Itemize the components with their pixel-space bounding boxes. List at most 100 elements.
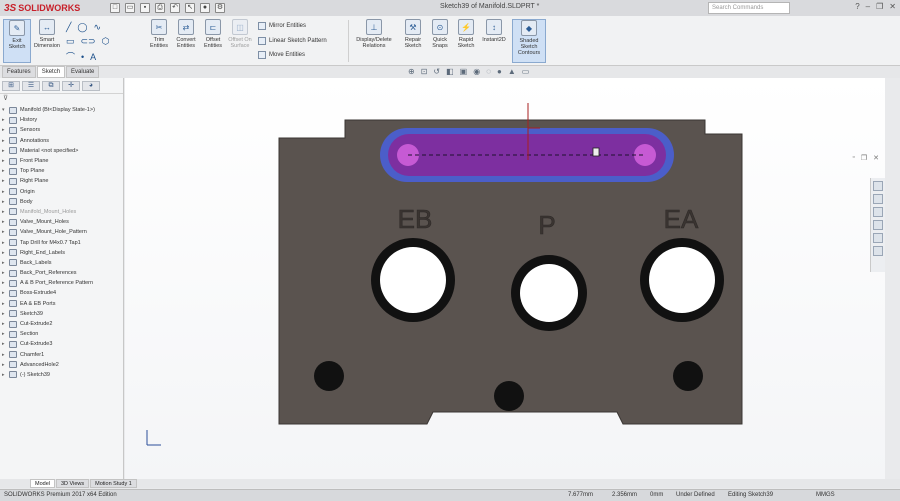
previous-view-icon[interactable]: ↺ [433,67,440,76]
point-icon[interactable]: • [81,52,84,62]
dimxpert-tab-icon[interactable]: ✛ [62,81,80,91]
rectangle-icon[interactable]: ▭ [66,36,75,47]
tree-item[interactable]: ▸ Boss-Extrude4 [2,288,123,298]
tree-root[interactable]: ▾ Manifold (Bt<Display State-1>) [2,105,123,115]
expand-icon[interactable]: ▸ [2,178,9,184]
move-button[interactable]: Move Entities [258,51,305,59]
smart-dimension-button[interactable]: ↔ Smart Dimension [33,19,61,49]
expand-icon[interactable]: ▸ [2,301,9,307]
tree-item[interactable]: ▸ Cut-Extrude3 [2,339,123,349]
display-delete-relations-button[interactable]: ⊥ Display/Delete Relations [356,19,392,49]
expand-icon[interactable]: ▸ [2,321,9,327]
new-document-icon[interactable]: □ [110,3,120,13]
expand-icon[interactable]: ▸ [2,260,9,266]
tab-3d-views[interactable]: 3D Views [55,479,90,488]
tab-motion-study[interactable]: Motion Study 1 [90,479,137,488]
view-palette-icon[interactable] [873,220,883,230]
display-manager-tab-icon[interactable]: ◕ [82,81,100,91]
tree-item[interactable]: ▸ Body [2,197,123,207]
tree-item[interactable]: ▸ Cut-Extrude2 [2,319,123,329]
file-explorer-icon[interactable] [873,207,883,217]
search-input[interactable]: Search Commands [708,2,790,14]
view-orientation-icon[interactable]: ▣ [460,67,468,76]
tree-item[interactable]: ▸ Material <not specified> [2,146,123,156]
tree-item[interactable]: ▸ (-) Sketch39 [2,370,123,380]
viewport-minimize-icon[interactable]: ▫ [852,154,854,162]
tree-item[interactable]: ▸ Origin [2,187,123,197]
expand-icon[interactable]: ▸ [2,250,9,256]
configuration-tab-icon[interactable]: ⧉ [42,81,60,91]
tree-item[interactable]: ▸ Sketch39 [2,309,123,319]
spline-icon[interactable]: ∿ [94,22,102,33]
minimize-icon[interactable]: – [866,2,870,11]
options-icon[interactable]: ⚙ [215,3,225,13]
expand-icon[interactable]: ▸ [2,372,9,378]
tree-item[interactable]: ▸ AdvancedHole2 [2,360,123,370]
solidworks-logo[interactable]: 3S SOLIDWORKS [0,3,104,14]
exit-sketch-button[interactable]: ✎ Exit Sketch [3,19,31,63]
instant2d-button[interactable]: ↕ Instant2D [480,19,508,43]
expand-icon[interactable]: ▸ [2,240,9,246]
hide-show-icon[interactable]: ◌ [486,67,491,76]
close-icon[interactable]: ✕ [889,2,896,11]
expand-icon[interactable]: ▸ [2,311,9,317]
graphics-area[interactable]: EB P EA ▫ ❐ ✕ [125,78,885,480]
expand-icon[interactable]: ▸ [2,290,9,296]
expand-icon[interactable]: ▸ [2,117,9,123]
expand-icon[interactable]: ▸ [2,352,9,358]
save-icon[interactable]: ▪ [140,3,150,13]
display-style-icon[interactable]: ◉ [473,67,480,76]
tree-item[interactable]: ▸ EA & EB Ports [2,299,123,309]
units-selector[interactable]: MMGS [816,492,835,498]
rebuild-icon[interactable]: ● [200,3,210,13]
shaded-contours-button[interactable]: ◆ Shaded Sketch Contours [512,19,546,63]
tab-sketch[interactable]: Sketch [36,66,66,78]
circle-icon[interactable]: ◯ [77,22,87,33]
rapid-sketch-button[interactable]: ⚡ Rapid Sketch [452,19,480,49]
text-icon[interactable]: A [90,52,96,62]
tree-item[interactable]: ▸ Tap Drill for M4x0.7 Tap1 [2,237,123,247]
undo-icon[interactable]: ↶ [170,3,180,13]
expand-icon[interactable]: ▸ [2,168,9,174]
appearance-icon[interactable]: ● [497,67,502,76]
property-manager-tab-icon[interactable]: ☰ [22,81,40,91]
trim-button[interactable]: ✂ Trim Entities [145,19,173,49]
tree-item[interactable]: ▸ Back_Port_References [2,268,123,278]
mirror-button[interactable]: Mirror Entities [258,22,306,30]
tree-item[interactable]: ▸ Annotations [2,136,123,146]
line-icon[interactable]: ╱ [66,22,71,33]
tree-item[interactable]: ▸ Right_End_Labels [2,248,123,258]
fillet-icon[interactable]: ⌒ [66,50,75,63]
section-view-icon[interactable]: ◧ [446,67,454,76]
help-icon[interactable]: ? [855,2,859,11]
scene-icon[interactable]: ▲ [508,67,516,76]
expand-icon[interactable]: ▸ [2,341,9,347]
expand-icon[interactable]: ▸ [2,138,9,144]
expand-icon[interactable]: ▸ [2,219,9,225]
zoom-area-icon[interactable]: ⊡ [421,67,428,76]
tree-item[interactable]: ▸ A & B Port_Reference Pattern [2,278,123,288]
quick-snaps-button[interactable]: ⊙ Quick Snaps [426,19,454,49]
tree-item[interactable]: ▸ Sensors [2,125,123,135]
appearances-icon[interactable] [873,233,883,243]
tree-item[interactable]: ▸ Valve_Mount_Holes [2,217,123,227]
open-icon[interactable]: ▭ [125,3,135,13]
expand-icon[interactable]: ▸ [2,158,9,164]
linear-pattern-button[interactable]: Linear Sketch Pattern [258,37,327,45]
tab-evaluate[interactable]: Evaluate [66,66,100,78]
custom-properties-icon[interactable] [873,246,883,256]
expand-icon[interactable]: ▸ [2,280,9,286]
expand-icon[interactable]: ▸ [2,362,9,368]
expand-icon[interactable]: ▸ [2,229,9,235]
tab-features[interactable]: Features [2,66,36,78]
offset-button[interactable]: ⊏ Offset Entities [199,19,227,49]
select-icon[interactable]: ↖ [185,3,195,13]
repair-sketch-button[interactable]: ⚒ Repair Sketch [399,19,427,49]
resources-icon[interactable] [873,181,883,191]
viewport-restore-icon[interactable]: ❐ [861,154,867,162]
tree-item[interactable]: ▸ Chamfer1 [2,350,123,360]
expand-icon[interactable]: ▸ [2,127,9,133]
tree-item[interactable]: ▸ Valve_Mount_Hole_Pattern [2,227,123,237]
slot-icon[interactable]: ⊂⊃ [81,36,96,47]
convert-button[interactable]: ⇄ Convert Entities [172,19,200,49]
